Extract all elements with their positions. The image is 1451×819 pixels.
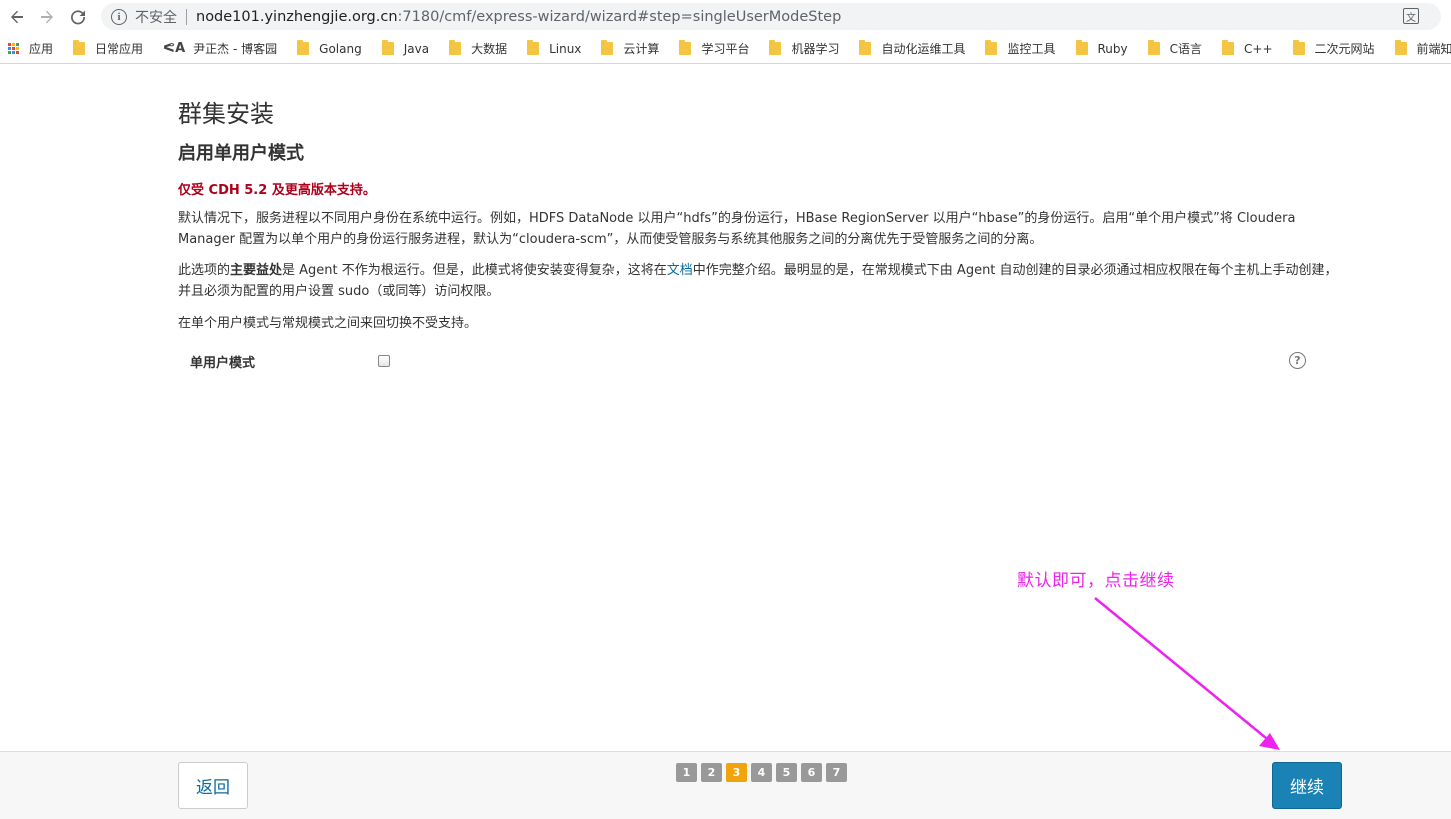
- single-user-mode-row: 单用户模式 ?: [178, 349, 1308, 373]
- browser-toolbar: i 不安全 node101.yinzhengjie.org.cn :7180/c…: [0, 0, 1451, 34]
- version-warning: 仅受 CDH 5.2 及更高版本支持。: [178, 183, 376, 198]
- wizard-footer: 返回 1 2 3 4 5 6 7 继续: [0, 751, 1451, 819]
- bookmark-folder[interactable]: Golang: [297, 40, 362, 56]
- bookmark-folder[interactable]: Java: [381, 40, 430, 56]
- bookmark-label: 监控工具: [1007, 42, 1056, 56]
- step-5: 5: [776, 763, 797, 782]
- bookmark-folder[interactable]: 云计算: [601, 40, 659, 57]
- step-7: 7: [826, 763, 847, 782]
- bookmark-label: 尹正杰 - 博客园: [193, 42, 278, 56]
- bookmark-label: C++: [1244, 41, 1273, 56]
- bookmark-apps[interactable]: 应用: [8, 40, 53, 57]
- text: 是 Agent 不作为根运行。但是，此模式将使安装变得复杂，这将在: [282, 263, 667, 278]
- bookmark-link[interactable]: ᕙA 尹正杰 - 博客园: [163, 40, 277, 57]
- translate-icon[interactable]: 文: [1403, 8, 1419, 24]
- benefit-paragraph: 此选项的主要益处是 Agent 不作为根运行。但是，此模式将使安装变得复杂，这将…: [178, 260, 1338, 302]
- forward-arrow-icon[interactable]: [32, 2, 62, 32]
- bookmark-label: 自动化运维工具: [881, 42, 966, 56]
- bookmark-folder[interactable]: Linux: [527, 40, 582, 56]
- step-3-active: 3: [726, 763, 747, 782]
- bookmark-folder[interactable]: 二次元网站: [1292, 40, 1375, 57]
- bookmark-folder[interactable]: 机器学习: [769, 40, 839, 57]
- bookmark-folder[interactable]: 监控工具: [985, 40, 1056, 57]
- continue-button[interactable]: 继续: [1272, 762, 1342, 809]
- bookmark-label: Linux: [549, 41, 582, 56]
- folder-icon: [769, 40, 782, 55]
- bookmark-folder[interactable]: 日常应用: [73, 40, 143, 57]
- bookmark-folder[interactable]: C语言: [1147, 40, 1203, 57]
- single-user-mode-label: 单用户模式: [190, 356, 256, 371]
- step-6: 6: [801, 763, 822, 782]
- back-arrow-icon[interactable]: [2, 2, 32, 32]
- bookmark-label: 机器学习: [791, 42, 840, 56]
- folder-icon: [527, 40, 540, 55]
- security-label: 不安全: [135, 9, 177, 26]
- bookmark-label: Golang: [319, 41, 362, 56]
- step-2: 2: [701, 763, 722, 782]
- folder-icon: [985, 40, 998, 55]
- bookmark-label: 学习平台: [701, 42, 750, 56]
- apps-grid-icon: [8, 43, 19, 54]
- folder-icon: [1075, 40, 1088, 55]
- bookmark-label: 大数据: [471, 42, 508, 56]
- address-bar[interactable]: i 不安全 node101.yinzhengjie.org.cn :7180/c…: [101, 3, 1441, 30]
- bookmark-label: C语言: [1169, 42, 1203, 56]
- step-indicator: 1 2 3 4 5 6 7: [676, 763, 847, 782]
- description-paragraph: 默认情况下，服务进程以不同用户身份在系统中运行。例如，HDFS DataNode…: [178, 211, 1296, 247]
- bookmark-label: 前端知识扫盲: [1416, 42, 1451, 56]
- folder-icon: [1292, 40, 1305, 55]
- folder-icon: [1394, 40, 1407, 55]
- step-1: 1: [676, 763, 697, 782]
- bookmark-folder[interactable]: Ruby: [1075, 40, 1128, 56]
- page-title: 群集安装: [178, 100, 274, 128]
- folder-icon: [1147, 40, 1160, 55]
- folder-icon: [859, 40, 872, 55]
- bookmark-label: 日常应用: [95, 42, 144, 56]
- folder-icon: [449, 40, 462, 55]
- bookmark-label: 云计算: [623, 42, 660, 56]
- cnblogs-icon: ᕙA: [163, 41, 186, 56]
- divider: [186, 8, 187, 25]
- url-host: node101.yinzhengjie.org.cn: [196, 8, 398, 25]
- folder-icon: [601, 40, 614, 55]
- back-button[interactable]: 返回: [178, 762, 248, 809]
- info-icon[interactable]: i: [111, 8, 127, 25]
- folder-icon: [381, 40, 394, 55]
- bookmark-label: 应用: [29, 42, 54, 56]
- help-icon[interactable]: ?: [1289, 352, 1306, 369]
- bookmark-label: Java: [403, 41, 430, 56]
- folder-icon: [297, 40, 310, 55]
- bold-text: 主要益处: [230, 263, 283, 278]
- single-user-mode-checkbox[interactable]: [378, 355, 390, 367]
- bookmark-folder[interactable]: 学习平台: [679, 40, 749, 57]
- step-4: 4: [751, 763, 772, 782]
- bookmarks-bar: 应用 日常应用 ᕙA 尹正杰 - 博客园 Golang Java 大数据 Linu…: [0, 34, 1451, 64]
- annotation-text: 默认即可，点击继续: [1017, 571, 1175, 591]
- switch-note: 在单个用户模式与常规模式之间来回切换不受支持。: [178, 316, 478, 331]
- bookmark-label: Ruby: [1097, 41, 1128, 56]
- step-title: 启用单用户模式: [178, 143, 304, 164]
- documentation-link[interactable]: 文档: [667, 263, 693, 278]
- bookmark-folder[interactable]: 前端知识扫盲: [1394, 40, 1451, 57]
- bookmark-label: 二次元网站: [1314, 42, 1375, 56]
- bookmark-folder[interactable]: 自动化运维工具: [859, 40, 965, 57]
- folder-icon: [1222, 40, 1235, 55]
- folder-icon: [679, 40, 692, 55]
- reload-icon[interactable]: [63, 2, 93, 32]
- text: 此选项的: [178, 263, 231, 278]
- bookmark-folder[interactable]: C++: [1222, 40, 1273, 56]
- bookmark-folder[interactable]: 大数据: [449, 40, 507, 57]
- url-path: :7180/cmf/express-wizard/wizard#step=sin…: [397, 8, 842, 25]
- folder-icon: [73, 40, 86, 55]
